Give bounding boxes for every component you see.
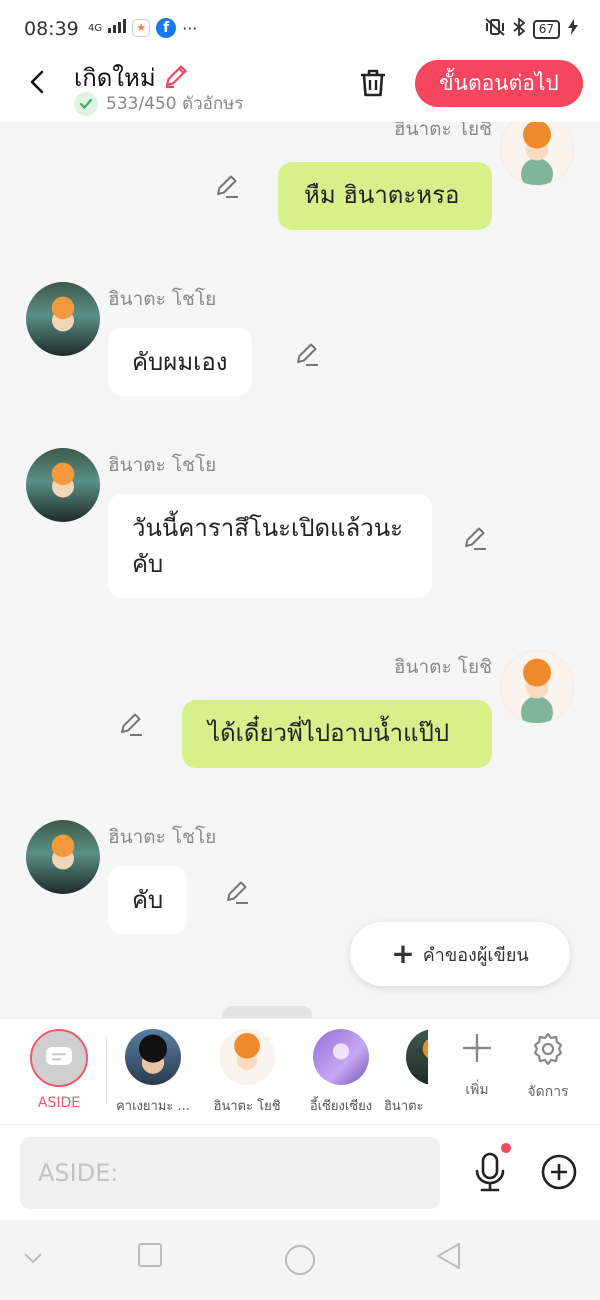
- add-circle-icon[interactable]: [540, 1153, 578, 1191]
- gear-icon: [533, 1032, 563, 1066]
- edit-message-icon[interactable]: [462, 524, 490, 552]
- editor-header: เกิดใหม่ 533/450 ตัวอักษร ขั้นตอนต่อไป: [0, 58, 600, 122]
- charging-icon: [568, 19, 578, 39]
- system-navigation-bar: [0, 1220, 600, 1300]
- signal-icon: [108, 19, 127, 37]
- message-sender: ฮินาตะ โยชิ: [393, 122, 492, 140]
- avatar: [219, 1029, 275, 1085]
- chat-bubble-icon: [46, 1047, 72, 1065]
- app-notification-icon: ★: [132, 19, 151, 37]
- char-count-text: 533/450 ตัวอักษร: [106, 94, 244, 114]
- character-kageyama[interactable]: คาเงยามะ ...: [110, 1029, 196, 1116]
- check-icon: [74, 91, 98, 116]
- avatar-hinata-yoshi[interactable]: [500, 122, 574, 186]
- battery-indicator: 67: [532, 19, 560, 39]
- edit-message-icon[interactable]: [214, 172, 242, 200]
- bluetooth-icon: [513, 17, 526, 40]
- back-nav-icon[interactable]: [436, 1242, 462, 1270]
- character-name: ฮินาตะ: [384, 1099, 424, 1114]
- message-sender: ฮินาตะ โชโย: [108, 288, 217, 310]
- character-hinata-partial[interactable]: ฮินาตะ: [384, 1029, 428, 1116]
- microphone-icon[interactable]: [470, 1151, 510, 1193]
- plus-icon: +: [391, 937, 415, 970]
- status-bar: 08:39 4G ★ f ··· 67: [0, 0, 600, 58]
- message-input[interactable]: [20, 1137, 440, 1209]
- add-character-button[interactable]: เพิ่ม: [447, 1031, 507, 1101]
- character-name: ฮินาตะ โยชิ: [213, 1099, 281, 1114]
- message-bubble[interactable]: คับ: [108, 866, 188, 934]
- vibrate-icon: [485, 18, 505, 40]
- scroll-indicator: [222, 1006, 312, 1018]
- plus-icon: [463, 1034, 491, 1062]
- status-left-icons: 4G ★ f ···: [88, 18, 197, 38]
- message-input-bar: [0, 1124, 600, 1220]
- home-button-icon[interactable]: [284, 1244, 316, 1276]
- character-aside[interactable]: ASIDE: [16, 1029, 102, 1111]
- chevron-down-icon[interactable]: [22, 1250, 44, 1266]
- character-selector: ASIDE คาเงยามะ ... ฮินาตะ โยชิ อี้เซียงเ…: [0, 1018, 600, 1124]
- back-button[interactable]: [22, 66, 54, 98]
- edit-message-icon[interactable]: [224, 878, 252, 906]
- message-sender: ฮินาตะ โชโย: [108, 454, 217, 476]
- edit-message-icon[interactable]: [118, 710, 146, 738]
- chevron-left-icon: [30, 70, 44, 94]
- delete-button[interactable]: [356, 66, 390, 100]
- facebook-icon: f: [156, 18, 177, 38]
- character-name: คาเงยามะ ...: [116, 1099, 190, 1114]
- manage-characters-button[interactable]: จัดการ: [518, 1031, 578, 1103]
- pencil-icon: [165, 64, 187, 88]
- status-time: 08:39: [24, 18, 79, 40]
- message-bubble[interactable]: คับผมเอง: [108, 328, 252, 396]
- author-note-button[interactable]: + คำของผู้เขียน: [350, 922, 570, 986]
- avatar-hinata-yoshi[interactable]: [500, 650, 574, 724]
- notification-dot: [501, 1143, 511, 1153]
- aside-label: ASIDE: [37, 1095, 81, 1111]
- avatar-hinata-shoyo[interactable]: [26, 448, 100, 522]
- avatar-hinata-shoyo[interactable]: [26, 820, 100, 894]
- chat-area[interactable]: ฮินาตะ โยชิ หืม ฮินาตะหรอ ฮินาตะ โชโย คั…: [0, 122, 600, 1018]
- avatar-hinata-shoyo[interactable]: [26, 282, 100, 356]
- add-label: เพิ่ม: [465, 1082, 489, 1098]
- character-counter: 533/450 ตัวอักษร: [74, 90, 243, 117]
- edit-title-button[interactable]: [162, 62, 190, 94]
- status-right-icons: 67: [485, 17, 578, 40]
- avatar: [125, 1029, 181, 1085]
- message-sender: ฮินาตะ โยชิ: [393, 656, 492, 678]
- character-name: อี้เซียงเซียง: [309, 1099, 373, 1114]
- author-note-label: คำของผู้เขียน: [422, 944, 529, 966]
- message-bubble[interactable]: ได้เดี๋ยวพี่ไปอาบน้ำแป๊ป: [182, 700, 492, 768]
- next-step-button[interactable]: ขั้นตอนต่อไป: [415, 60, 583, 107]
- edit-message-icon[interactable]: [294, 340, 322, 368]
- avatar: [406, 1029, 428, 1085]
- network-type: 4G: [88, 22, 103, 34]
- character-hinata-yoshi[interactable]: ฮินาตะ โยชิ: [204, 1029, 290, 1116]
- message-bubble[interactable]: หืม ฮินาตะหรอ: [278, 162, 492, 230]
- message-sender: ฮินาตะ โชโย: [108, 826, 217, 848]
- message-bubble[interactable]: วันนี้คาราสึโนะเปิดแล้วนะคับ: [108, 494, 432, 598]
- character-yi-xiang[interactable]: อี้เซียงเซียง: [298, 1029, 384, 1116]
- avatar: [313, 1029, 369, 1085]
- manage-label: จัดการ: [527, 1084, 569, 1100]
- recents-button-icon[interactable]: [137, 1242, 163, 1268]
- more-icon: ···: [182, 18, 198, 38]
- aside-avatar: [30, 1029, 88, 1087]
- divider: [106, 1037, 107, 1103]
- trash-icon: [361, 69, 385, 97]
